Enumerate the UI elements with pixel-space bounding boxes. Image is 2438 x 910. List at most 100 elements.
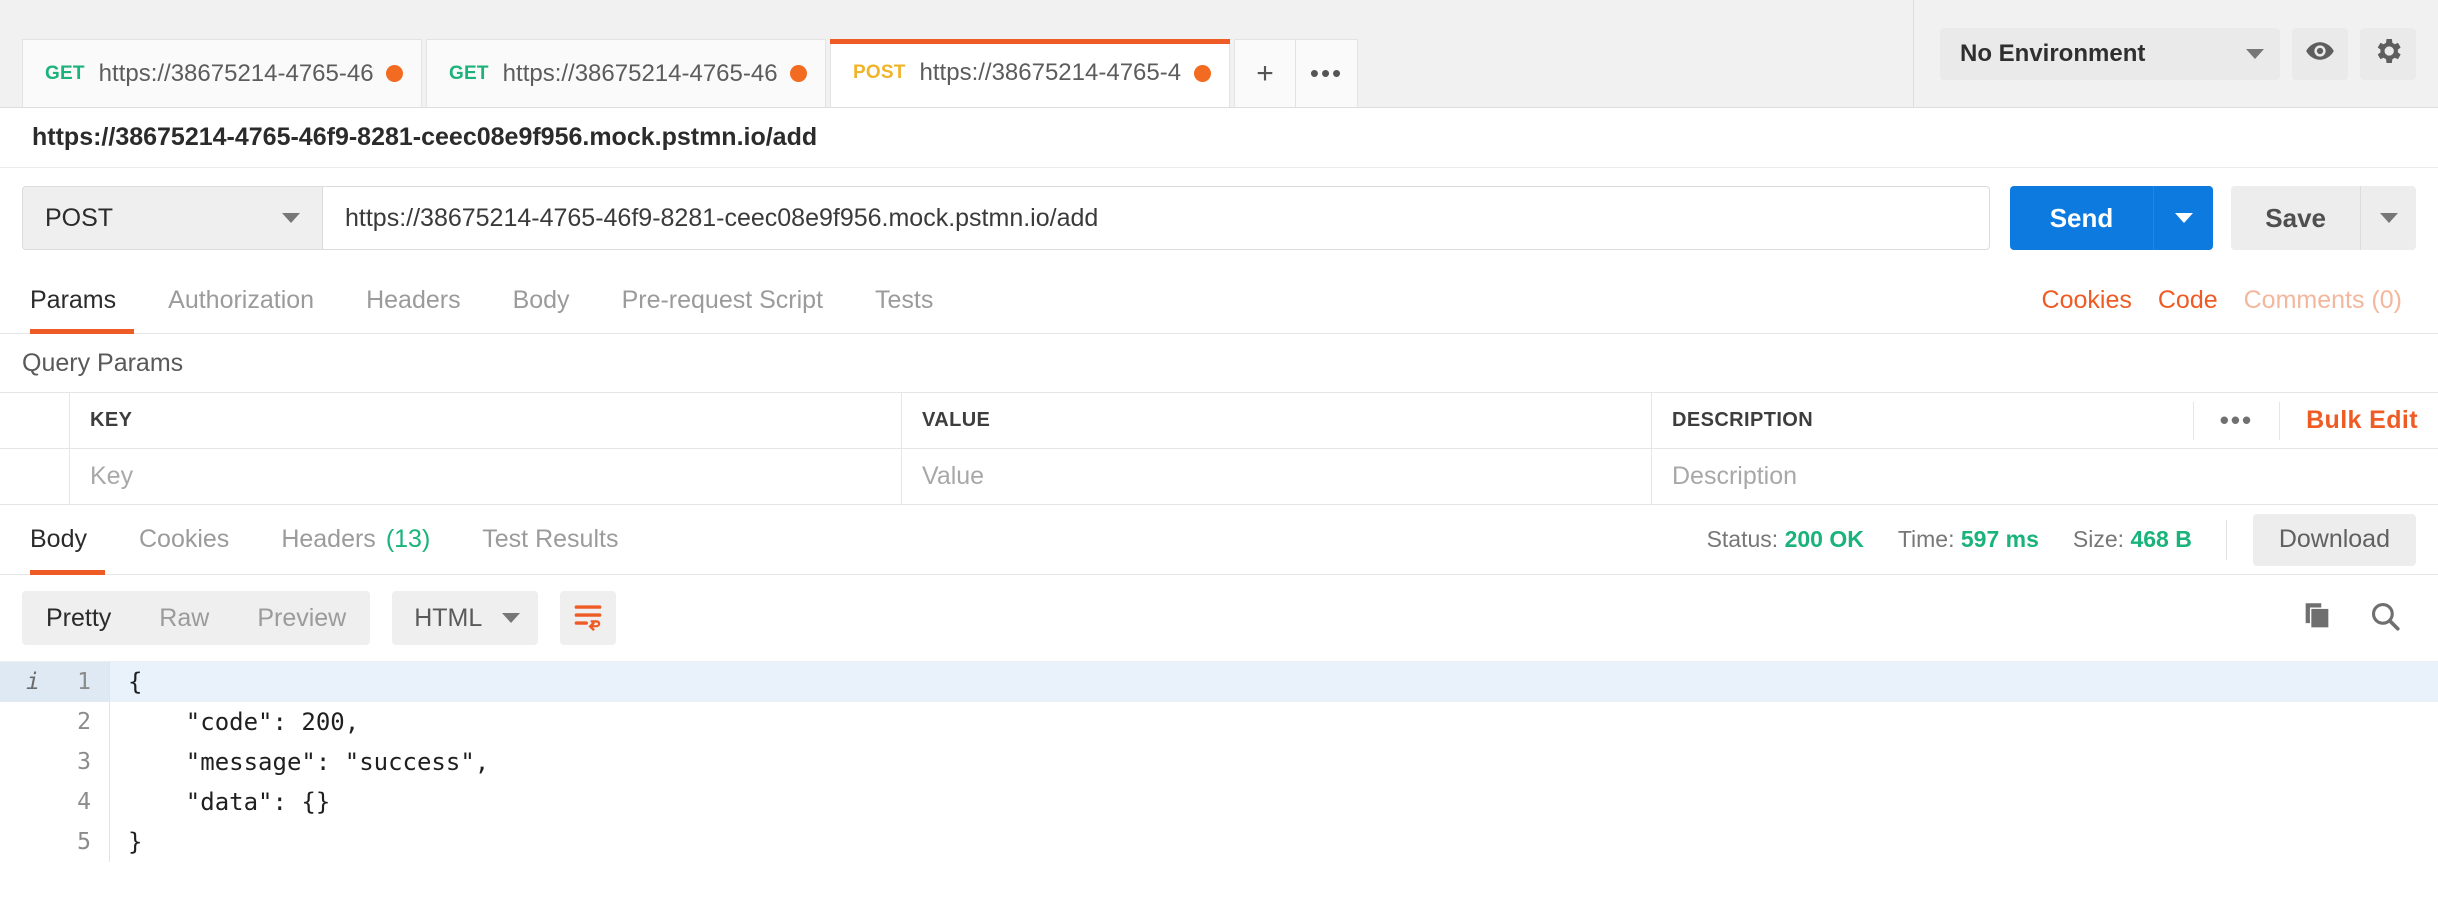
chevron-down-icon bbox=[502, 613, 521, 623]
unsaved-dot-icon[interactable] bbox=[790, 65, 807, 82]
response-view-bar: Pretty Raw Preview HTML bbox=[0, 575, 2438, 661]
request-tab-1-method: GET bbox=[45, 62, 85, 84]
code-link[interactable]: Code bbox=[2158, 286, 2218, 315]
response-view-actions bbox=[2300, 599, 2416, 638]
word-wrap-icon bbox=[572, 601, 604, 636]
save-button[interactable]: Save bbox=[2231, 186, 2360, 250]
request-tab-2[interactable]: GET https://38675214-4765-46f9-828 bbox=[426, 39, 826, 107]
request-tab-1[interactable]: GET https://38675214-4765-46f9-828 bbox=[22, 39, 422, 107]
table-row: Key Value Description bbox=[0, 449, 2438, 505]
line-number: 4 bbox=[0, 782, 110, 822]
table-header-row: KEY VALUE DESCRIPTION ••• Bulk Edit bbox=[0, 393, 2438, 449]
header-checkbox-cell bbox=[0, 393, 70, 448]
time-label: Time: bbox=[1897, 526, 1955, 552]
download-button[interactable]: Download bbox=[2252, 513, 2416, 566]
search-button[interactable] bbox=[2368, 599, 2402, 638]
http-method-selector[interactable]: POST bbox=[22, 186, 322, 250]
request-tab-2-method: GET bbox=[449, 62, 489, 84]
request-tab-strip: GET https://38675214-4765-46f9-828 GET h… bbox=[0, 0, 1913, 107]
line-number-value: 3 bbox=[77, 749, 91, 775]
cookies-link[interactable]: Cookies bbox=[2042, 286, 2132, 315]
line-number: 2 bbox=[0, 702, 110, 742]
response-language-label: HTML bbox=[414, 603, 483, 632]
line-number-value: 1 bbox=[77, 669, 91, 695]
row-checkbox[interactable] bbox=[0, 449, 70, 504]
send-button[interactable]: Send bbox=[2009, 186, 2154, 250]
code-line: i 1 { bbox=[0, 662, 2438, 702]
line-number-value: 5 bbox=[77, 829, 91, 855]
tab-body[interactable]: Body bbox=[487, 268, 596, 334]
environment-zone: No Environment bbox=[1913, 0, 2438, 107]
save-options-button[interactable] bbox=[2360, 186, 2416, 250]
param-description-input[interactable]: Description bbox=[1652, 449, 2438, 504]
tab-pre-request-script[interactable]: Pre-request Script bbox=[596, 268, 849, 334]
response-tab-headers[interactable]: Headers (13) bbox=[255, 505, 456, 575]
response-tab-body[interactable]: Body bbox=[22, 505, 113, 575]
search-icon bbox=[2368, 602, 2402, 637]
column-header-key: KEY bbox=[70, 393, 902, 448]
code-line-text: "code": 200, bbox=[128, 708, 360, 736]
copy-button[interactable] bbox=[2300, 599, 2334, 638]
bulk-edit-button[interactable]: Bulk Edit bbox=[2279, 401, 2418, 440]
size-value: 468 B bbox=[2130, 526, 2192, 552]
environment-selector[interactable]: No Environment bbox=[1940, 27, 2280, 80]
code-line: 5 } bbox=[0, 822, 2438, 862]
line-number: 3 bbox=[0, 742, 110, 782]
code-line-text: "message": "success", bbox=[128, 748, 490, 776]
chevron-down-icon bbox=[2246, 48, 2264, 59]
code-line-text: "data": {} bbox=[128, 788, 331, 816]
size-label: Size: bbox=[2072, 526, 2125, 552]
response-tab-headers-label: Headers bbox=[281, 525, 376, 553]
code-line: 3 "message": "success", bbox=[0, 742, 2438, 782]
tab-action-group: + ••• bbox=[1234, 0, 1358, 107]
info-icon[interactable]: i bbox=[26, 662, 40, 702]
response-tab-cookies[interactable]: Cookies bbox=[113, 505, 255, 575]
response-body-code[interactable]: i 1 { 2 "code": 200, 3 "message": "succe… bbox=[0, 661, 2438, 862]
eye-icon bbox=[2305, 36, 2335, 71]
environment-selector-label: No Environment bbox=[1960, 39, 2146, 67]
view-mode-preview[interactable]: Preview bbox=[233, 591, 370, 645]
view-mode-pretty[interactable]: Pretty bbox=[22, 591, 135, 645]
chevron-down-icon bbox=[2174, 213, 2193, 223]
unsaved-dot-icon[interactable] bbox=[1194, 64, 1211, 82]
query-params-title: Query Params bbox=[0, 334, 2438, 392]
code-line: 4 "data": {} bbox=[0, 782, 2438, 822]
request-url-input[interactable]: https://38675214-4765-46f9-8281-ceec08e9… bbox=[322, 186, 1990, 250]
request-tab-3-method: POST bbox=[853, 62, 906, 83]
response-bar: Body Cookies Headers (13) Test Results S… bbox=[0, 505, 2438, 575]
comments-link[interactable]: Comments (0) bbox=[2244, 286, 2402, 315]
http-method-label: POST bbox=[45, 203, 114, 232]
view-mode-raw[interactable]: Raw bbox=[135, 591, 233, 645]
column-header-description: DESCRIPTION bbox=[1672, 409, 1814, 431]
response-headers-count: (13) bbox=[385, 525, 431, 553]
copy-icon bbox=[2300, 602, 2334, 637]
unsaved-dot-icon[interactable] bbox=[386, 65, 403, 82]
response-tab-test-results[interactable]: Test Results bbox=[456, 505, 644, 575]
environment-quick-look-button[interactable] bbox=[2292, 27, 2348, 80]
settings-button[interactable] bbox=[2360, 27, 2416, 80]
response-meta: Status: 200 OK Time: 597 ms Size: 468 B … bbox=[1706, 513, 2416, 566]
new-tab-button[interactable]: + bbox=[1234, 39, 1296, 107]
table-more-options-button[interactable]: ••• bbox=[2192, 401, 2279, 440]
breadcrumb: https://38675214-4765-46f9-8281-ceec08e9… bbox=[0, 108, 2438, 168]
send-options-button[interactable] bbox=[2153, 186, 2214, 250]
request-tab-3[interactable]: POST https://38675214-4765-46f9-82 bbox=[830, 39, 1230, 107]
status-label: Status: bbox=[1706, 526, 1779, 552]
tab-more-options-button[interactable]: ••• bbox=[1296, 39, 1358, 107]
line-number: i 1 bbox=[0, 662, 110, 702]
response-language-selector[interactable]: HTML bbox=[392, 591, 539, 645]
line-number: 5 bbox=[0, 822, 110, 862]
view-mode-group: Pretty Raw Preview bbox=[22, 591, 371, 645]
tab-authorization[interactable]: Authorization bbox=[142, 268, 340, 334]
gear-icon bbox=[2372, 35, 2404, 72]
tab-tests[interactable]: Tests bbox=[849, 268, 959, 334]
tab-params[interactable]: Params bbox=[22, 268, 142, 334]
top-tab-bar: GET https://38675214-4765-46f9-828 GET h… bbox=[0, 0, 2438, 108]
tab-headers[interactable]: Headers bbox=[340, 268, 487, 334]
param-key-input[interactable]: Key bbox=[70, 449, 902, 504]
word-wrap-button[interactable] bbox=[560, 591, 617, 645]
time-value: 597 ms bbox=[1960, 526, 2039, 552]
param-value-input[interactable]: Value bbox=[902, 449, 1652, 504]
chevron-down-icon bbox=[282, 213, 300, 223]
status-value: 200 OK bbox=[1784, 526, 1864, 552]
